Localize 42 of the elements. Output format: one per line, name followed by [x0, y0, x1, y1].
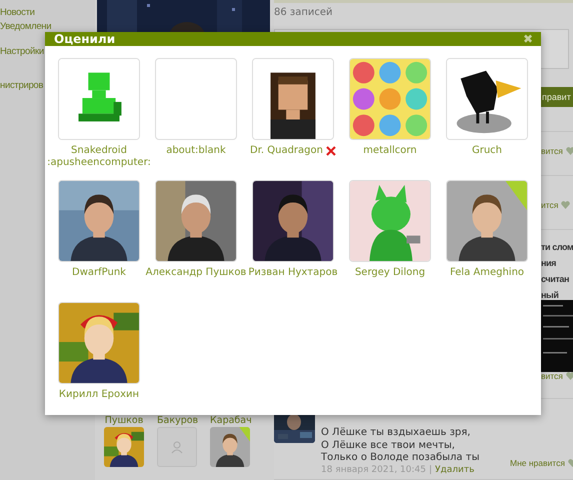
like-link[interactable]: Мне нравится — [510, 458, 565, 468]
like-link[interactable]: вится — [541, 371, 563, 381]
post-date: 18 января 2021, 10:45 — [321, 465, 426, 475]
user-name[interactable]: Snakedroid :apusheencomputer: — [47, 145, 151, 169]
send-button[interactable]: правит — [541, 87, 573, 107]
poem-line: О Лёшке все твои мечты, — [321, 440, 456, 452]
like-link[interactable]: ится — [541, 200, 558, 210]
user-placeholder[interactable] — [157, 427, 197, 467]
user-name[interactable]: Fela Ameghino — [450, 267, 524, 279]
heart-icon — [566, 147, 573, 155]
user-icon — [170, 440, 184, 454]
user-name[interactable]: Dr. Quadragon — [250, 145, 323, 157]
post-text: считан — [541, 273, 570, 286]
user-name[interactable]: Ризван Нухтаров — [248, 267, 338, 279]
dialog-title: Оценили — [54, 32, 116, 46]
post-text: ния — [541, 257, 558, 270]
post-text: ный — [541, 289, 560, 302]
close-button[interactable]: ✖ — [522, 32, 533, 46]
user-name[interactable]: Кирилл Ерохин — [58, 389, 140, 401]
friend-name[interactable]: Бакуров — [157, 415, 197, 426]
post-text: ти слом — [541, 241, 573, 254]
separator: | — [428, 465, 432, 475]
poem-line: Только о Володе позабыла ты — [321, 452, 480, 464]
user-name[interactable]: about:blank — [166, 145, 226, 157]
friend-name[interactable]: Пушков — [104, 415, 144, 426]
user-name[interactable]: Александр Пушков — [146, 267, 246, 279]
user-name[interactable]: DwarfPunk — [72, 267, 126, 279]
delete-link[interactable]: Удалить — [435, 465, 474, 475]
like-link[interactable]: вится — [541, 146, 563, 156]
heart-icon — [561, 201, 570, 209]
user-name[interactable]: Sergey Dilong — [354, 267, 426, 279]
sidebar-link[interactable]: нистриров — [0, 80, 44, 91]
friend-name[interactable]: Карабач — [210, 415, 250, 426]
sidebar-link[interactable]: Настройки — [0, 46, 44, 57]
sidebar-link[interactable]: Уведомлени — [0, 21, 52, 32]
entry-count: 86 записей — [274, 7, 333, 18]
heart-icon — [566, 372, 573, 380]
empty-avatar[interactable] — [155, 58, 237, 140]
user-name[interactable]: metallcorn — [363, 145, 417, 157]
sidebar-link[interactable]: Новости — [0, 7, 35, 18]
user-name[interactable]: Gruch — [472, 145, 502, 157]
poem-line: О Лёшке ты вздыхаешь зря, — [321, 427, 472, 440]
